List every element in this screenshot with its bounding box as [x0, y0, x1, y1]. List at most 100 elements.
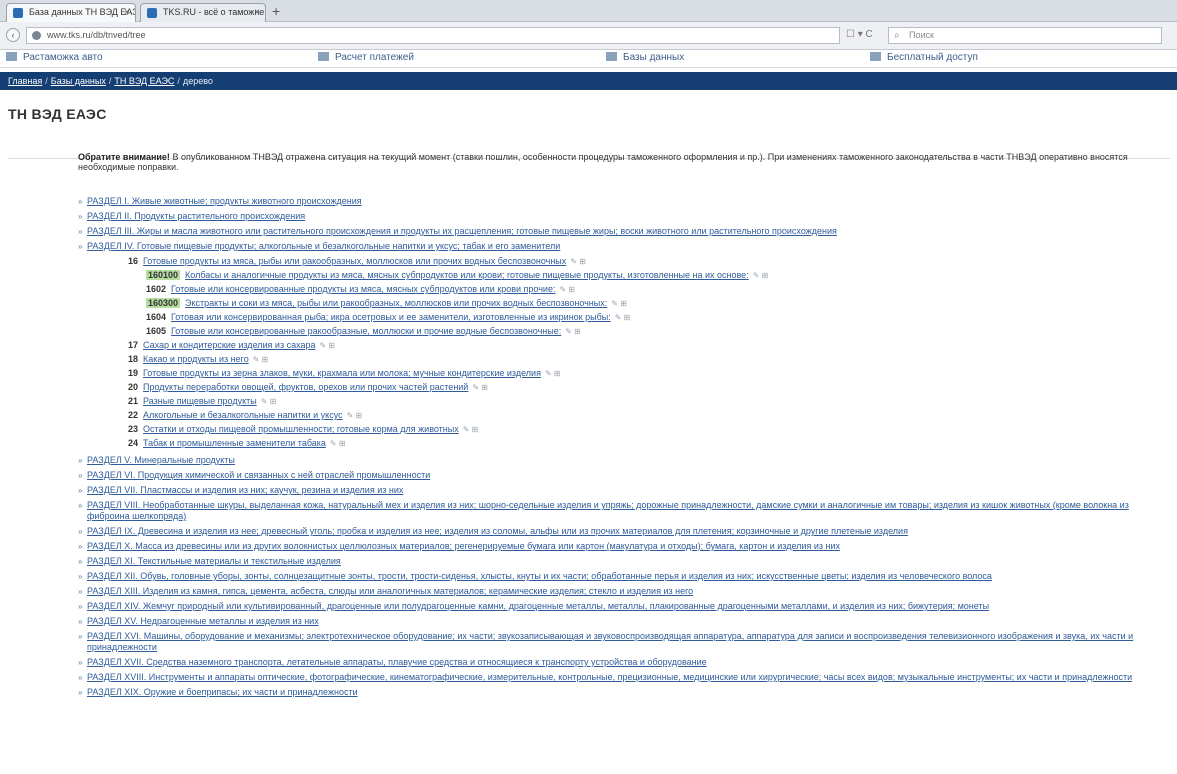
breadcrumb-link-databases[interactable]: Базы данных — [51, 76, 106, 86]
browser-tab-active[interactable]: База данных ТН ВЭД ЕАЭС... × — [6, 3, 136, 22]
search-box[interactable]: ⌕ Поиск — [888, 27, 1162, 44]
section-link[interactable]: РАЗДЕЛ III. Жиры и масла животного или р… — [87, 226, 837, 236]
menu-item-customs-auto[interactable]: Растаможка авто — [6, 52, 103, 63]
node-code: 17 — [128, 340, 139, 350]
breadcrumb-link-tnved[interactable]: ТН ВЭД ЕАЭС — [114, 76, 174, 86]
node-link[interactable]: Готовая или консервированная рыба; икра … — [171, 312, 611, 322]
node-link[interactable]: Продукты переработки овощей, фруктов, ор… — [143, 382, 468, 392]
tree-node: 1604 Готовая или консервированная рыба; и… — [146, 311, 1170, 325]
section-link[interactable]: РАЗДЕЛ XI. Текстильные материалы и текст… — [87, 556, 341, 566]
calculator-icon — [318, 52, 329, 61]
section-link[interactable]: РАЗДЕЛ VI. Продукция химической и связан… — [87, 470, 430, 480]
section-iv-children: 16 Готовые продукты из мяса, рыбы или рак… — [78, 255, 1170, 451]
node-link[interactable]: Табак и промышленные заменители табака — [143, 438, 326, 448]
section-link[interactable]: РАЗДЕЛ V. Минеральные продукты — [87, 455, 235, 465]
tree-node: 19 Готовые продукты из зерна злаков, муки… — [128, 367, 1170, 381]
reload-icon[interactable]: ☐ ▾ C — [846, 29, 873, 40]
node-code: 18 — [128, 354, 139, 364]
section-item: РАЗДЕЛ X. Масса из древесины или из друг… — [78, 541, 1170, 552]
close-tab-icon[interactable]: × — [254, 4, 260, 21]
section-link[interactable]: РАЗДЕЛ II. Продукты растительного происх… — [87, 211, 305, 221]
new-tab-button[interactable]: + — [272, 4, 280, 18]
tree-node: 23 Остатки и отходы пищевой промышленност… — [128, 423, 1170, 437]
section-link[interactable]: РАЗДЕЛ IX. Древесина и изделия из нее; д… — [87, 526, 908, 536]
section-item: РАЗДЕЛ III. Жиры и масла животного или р… — [78, 226, 1170, 237]
node-link[interactable]: Алкогольные и безалкогольные напитки и у… — [143, 410, 343, 420]
node-link[interactable]: Колбасы и аналогичные продукты из мяса, … — [185, 270, 749, 280]
section-item: РАЗДЕЛ IV. Готовые пищевые продукты; алк… — [78, 241, 1170, 252]
breadcrumb: Главная / Базы данных / ТН ВЭД ЕАЭС / дерево — [0, 72, 1177, 90]
node-code: 20 — [128, 382, 139, 392]
node-link[interactable]: Сахар и кондитерские изделия из сахара — [143, 340, 315, 350]
section-link[interactable]: РАЗДЕЛ XVII. Средства наземного транспор… — [87, 657, 707, 667]
edit-icon[interactable]: ✎ ⊞ — [253, 355, 269, 364]
edit-icon[interactable]: ✎ ⊞ — [753, 271, 769, 280]
site-top-menu: Растаможка авто Расчет платежей Базы дан… — [0, 50, 1177, 68]
tab-title: TKS.RU - всё о таможне: Б... — [163, 7, 266, 17]
section-link[interactable]: РАЗДЕЛ XVI. Машины, оборудование и механ… — [87, 631, 1133, 652]
menu-item-databases[interactable]: Базы данных — [606, 52, 684, 63]
tab-title: База данных ТН ВЭД ЕАЭС... — [29, 7, 135, 17]
node-link[interactable]: Готовые продукты из мяса, рыбы или ракоо… — [143, 256, 566, 266]
node-code: 16 — [128, 256, 139, 266]
section-item: РАЗДЕЛ II. Продукты растительного происх… — [78, 211, 1170, 222]
edit-icon[interactable]: ✎ ⊞ — [545, 369, 561, 378]
address-bar[interactable]: www.tks.ru/db/tnved/tree — [26, 27, 840, 44]
edit-icon[interactable]: ✎ ⊞ — [565, 327, 581, 336]
edit-icon[interactable]: ✎ ⊞ — [472, 383, 488, 392]
node-link[interactable]: Готовые или консервированные ракообразны… — [171, 326, 561, 336]
node-code: 22 — [128, 410, 139, 420]
section-link[interactable]: РАЗДЕЛ VIII. Необработанные шкуры, выдел… — [87, 500, 1129, 521]
node-code: 24 — [128, 438, 139, 448]
node-code: 160100 — [146, 270, 181, 280]
section-link[interactable]: РАЗДЕЛ XII. Обувь, головные уборы, зонты… — [87, 571, 992, 581]
node-link[interactable]: Какао и продукты из него — [143, 354, 249, 364]
database-icon — [606, 52, 617, 61]
section-link[interactable]: РАЗДЕЛ X. Масса из древесины или из друг… — [87, 541, 840, 551]
search-placeholder: Поиск — [909, 30, 934, 40]
edit-icon[interactable]: ✎ ⊞ — [611, 299, 627, 308]
node-link[interactable]: Готовые продукты из зерна злаков, муки, … — [143, 368, 541, 378]
section-link[interactable]: РАЗДЕЛ XVIII. Инструменты и аппараты опт… — [87, 672, 1132, 682]
section-item: РАЗДЕЛ XIX. Оружие и боеприпасы; их част… — [78, 687, 1170, 698]
section-link[interactable]: РАЗДЕЛ I. Живые животные; продукты живот… — [87, 196, 362, 206]
site-info-icon[interactable] — [32, 31, 41, 40]
edit-icon[interactable]: ✎ ⊞ — [570, 257, 586, 266]
edit-icon[interactable]: ✎ ⊞ — [330, 439, 346, 448]
node-link[interactable]: Разные пищевые продукты — [143, 396, 257, 406]
favicon-icon — [147, 8, 157, 18]
edit-icon[interactable]: ✎ ⊞ — [559, 285, 575, 294]
tree-node: 20 Продукты переработки овощей, фруктов, … — [128, 381, 1170, 395]
edit-icon[interactable]: ✎ ⊞ — [615, 313, 631, 322]
section-link[interactable]: РАЗДЕЛ XIV. Жемчуг природный или культив… — [87, 601, 989, 611]
edit-icon[interactable]: ✎ ⊞ — [320, 341, 336, 350]
menu-item-free-access[interactable]: Бесплатный доступ — [870, 52, 978, 63]
breadcrumb-link-home[interactable]: Главная — [8, 76, 42, 86]
close-tab-icon[interactable]: × — [124, 4, 130, 21]
section-link[interactable]: РАЗДЕЛ XV. Недрагоценные металлы и издел… — [87, 616, 319, 626]
section-item: РАЗДЕЛ VIII. Необработанные шкуры, выдел… — [78, 500, 1170, 522]
edit-icon[interactable]: ✎ ⊞ — [463, 425, 479, 434]
back-arrow-icon[interactable]: ‹ — [6, 28, 20, 42]
node-link[interactable]: Остатки и отходы пищевой промышленности;… — [143, 424, 459, 434]
tree-node: 160100 Колбасы и аналогичные продукты из … — [146, 269, 1170, 283]
section-item: РАЗДЕЛ V. Минеральные продукты — [78, 455, 1170, 466]
node-link[interactable]: Экстракты и соки из мяса, рыбы или ракоо… — [185, 298, 607, 308]
node-link[interactable]: Готовые или консервированные продукты из… — [171, 284, 555, 294]
edit-icon[interactable]: ✎ ⊞ — [347, 411, 363, 420]
tree-node: 21 Разные пищевые продукты ✎ ⊞ — [128, 395, 1170, 409]
section-item: РАЗДЕЛ XIII. Изделия из камня, гипса, це… — [78, 586, 1170, 597]
section-link[interactable]: РАЗДЕЛ XIII. Изделия из камня, гипса, це… — [87, 586, 693, 596]
tree-node: 22 Алкогольные и безалкогольные напитки и… — [128, 409, 1170, 423]
section-item: РАЗДЕЛ VII. Пластмассы и изделия из них;… — [78, 485, 1170, 496]
notice-lead: Обратите внимание! — [78, 152, 170, 162]
section-item: РАЗДЕЛ XII. Обувь, головные уборы, зонты… — [78, 571, 1170, 582]
breadcrumb-current: дерево — [182, 76, 213, 86]
edit-icon[interactable]: ✎ ⊞ — [261, 397, 277, 406]
browser-tab[interactable]: TKS.RU - всё о таможне: Б... × — [140, 3, 266, 22]
section-link[interactable]: РАЗДЕЛ XIX. Оружие и боеприпасы; их част… — [87, 687, 358, 697]
menu-item-payments[interactable]: Расчет платежей — [318, 52, 414, 63]
section-item: РАЗДЕЛ XVIII. Инструменты и аппараты опт… — [78, 672, 1170, 683]
section-link[interactable]: РАЗДЕЛ VII. Пластмассы и изделия из них;… — [87, 485, 403, 495]
section-link[interactable]: РАЗДЕЛ IV. Готовые пищевые продукты; алк… — [87, 241, 560, 251]
